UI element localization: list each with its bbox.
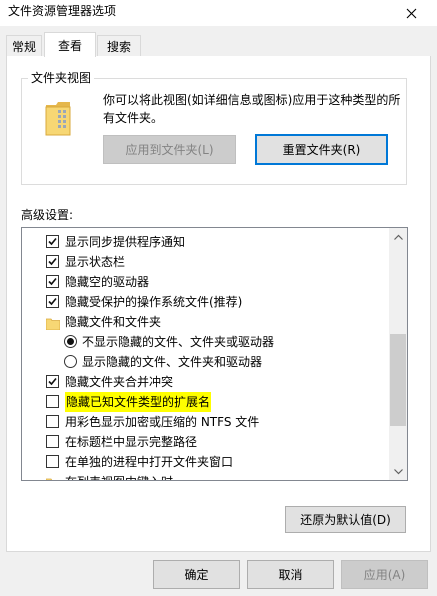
button-label: 应用到文件夹(L) [125, 143, 214, 157]
advanced-settings-list: 显示同步提供程序通知 显示状态栏 隐藏空的驱动器 隐藏受保护的操作系统文件(推荐… [22, 232, 390, 480]
apply-to-folders-button[interactable]: 应用到文件夹(L) [103, 135, 236, 164]
ok-button[interactable]: 确定 [153, 560, 240, 589]
chevron-up-icon [393, 234, 403, 240]
radio-button[interactable] [64, 355, 77, 368]
setting-hide-known-extensions[interactable]: 隐藏已知文件类型的扩展名 [22, 392, 390, 412]
setting-show-sync-provider-notifications[interactable]: 显示同步提供程序通知 [22, 232, 390, 252]
setting-label: 隐藏文件和文件夹 [65, 315, 162, 329]
checkbox[interactable] [46, 415, 59, 428]
checkbox[interactable] [46, 435, 59, 448]
setting-label: 用彩色显示加密或压缩的 NTFS 文件 [65, 415, 260, 429]
button-label: 取消 [278, 568, 303, 582]
window-title: 文件资源管理器选项 [8, 4, 117, 18]
tab-label: 常规 [11, 40, 36, 54]
setting-hide-folder-merge-conflicts[interactable]: 隐藏文件夹合并冲突 [22, 372, 390, 392]
checkbox[interactable] [46, 395, 59, 408]
tab-label: 查看 [57, 38, 82, 53]
folder-icon [43, 99, 73, 140]
reset-folders-button[interactable]: 重置文件夹(R) [255, 134, 388, 165]
tab-view[interactable]: 查看 [44, 32, 96, 57]
setting-hide-protected-os-files[interactable]: 隐藏受保护的操作系统文件(推荐) [22, 292, 390, 312]
button-label: 应用(A) [363, 568, 406, 582]
setting-label: 隐藏文件夹合并冲突 [65, 375, 174, 389]
setting-hide-empty-drives[interactable]: 隐藏空的驱动器 [22, 272, 390, 292]
button-label: 还原为默认值(D) [300, 513, 391, 527]
setting-label: 显示同步提供程序通知 [65, 235, 186, 249]
checkbox[interactable] [46, 375, 59, 388]
setting-label: 在单独的进程中打开文件夹窗口 [65, 455, 234, 469]
tab-label: 搜索 [106, 40, 131, 54]
cancel-button[interactable]: 取消 [247, 560, 334, 589]
checkbox[interactable] [46, 275, 59, 288]
radio-dot [67, 338, 74, 345]
chevron-down-icon [393, 468, 403, 474]
setting-group-typing-in-list: 在列表视图中键入时 [22, 472, 390, 480]
setting-color-encrypted-ntfs[interactable]: 用彩色显示加密或压缩的 NTFS 文件 [22, 412, 390, 432]
apply-button[interactable]: 应用(A) [341, 560, 428, 589]
advanced-settings-label: 高级设置: [21, 208, 74, 222]
vertical-scrollbar[interactable] [389, 228, 407, 480]
checkbox[interactable] [46, 235, 59, 248]
radio-button[interactable] [64, 335, 77, 348]
close-icon [406, 8, 417, 18]
button-label: 确定 [184, 568, 209, 582]
advanced-settings-tree[interactable]: 显示同步提供程序通知 显示状态栏 隐藏空的驱动器 隐藏受保护的操作系统文件(推荐… [21, 227, 408, 481]
setting-full-path-in-title[interactable]: 在标题栏中显示完整路径 [22, 432, 390, 452]
setting-label: 显示隐藏的文件、文件夹和驱动器 [82, 355, 263, 369]
checkbox[interactable] [46, 295, 59, 308]
tab-general[interactable]: 常规 [6, 35, 42, 57]
checkbox[interactable] [46, 455, 59, 468]
restore-defaults-button[interactable]: 还原为默认值(D) [285, 506, 406, 533]
checkbox[interactable] [46, 255, 59, 268]
setting-separate-process[interactable]: 在单独的进程中打开文件夹窗口 [22, 452, 390, 472]
tab-search[interactable]: 搜索 [97, 35, 141, 57]
scroll-up-button[interactable] [389, 228, 407, 245]
setting-label: 显示状态栏 [65, 255, 126, 269]
folder-views-description: 你可以将此视图(如详细信息或图标)应用于这种类型的所有文件夹。 [103, 93, 401, 125]
scrollbar-thumb[interactable] [390, 334, 406, 426]
button-label: 重置文件夹(R) [282, 143, 361, 157]
close-button[interactable] [386, 0, 437, 26]
setting-label: 隐藏空的驱动器 [65, 275, 150, 289]
folder-views-group-title: 文件夹视图 [28, 70, 95, 86]
setting-show-hidden[interactable]: 显示隐藏的文件、文件夹和驱动器 [22, 352, 390, 372]
setting-label: 隐藏受保护的操作系统文件(推荐) [65, 295, 243, 309]
title-bar: 文件资源管理器选项 [0, 0, 437, 26]
setting-group-hidden-files: 隐藏文件和文件夹 [22, 312, 390, 332]
folder-icon [45, 476, 60, 480]
setting-label: 在列表视图中键入时 [65, 472, 173, 480]
setting-label: 不显示隐藏的文件、文件夹或驱动器 [82, 335, 275, 349]
setting-show-status-bar[interactable]: 显示状态栏 [22, 252, 390, 272]
setting-label: 在标题栏中显示完整路径 [65, 435, 198, 449]
scroll-down-button[interactable] [389, 463, 407, 480]
setting-dont-show-hidden[interactable]: 不显示隐藏的文件、文件夹或驱动器 [22, 332, 390, 352]
setting-label: 隐藏已知文件类型的扩展名 [65, 392, 212, 412]
